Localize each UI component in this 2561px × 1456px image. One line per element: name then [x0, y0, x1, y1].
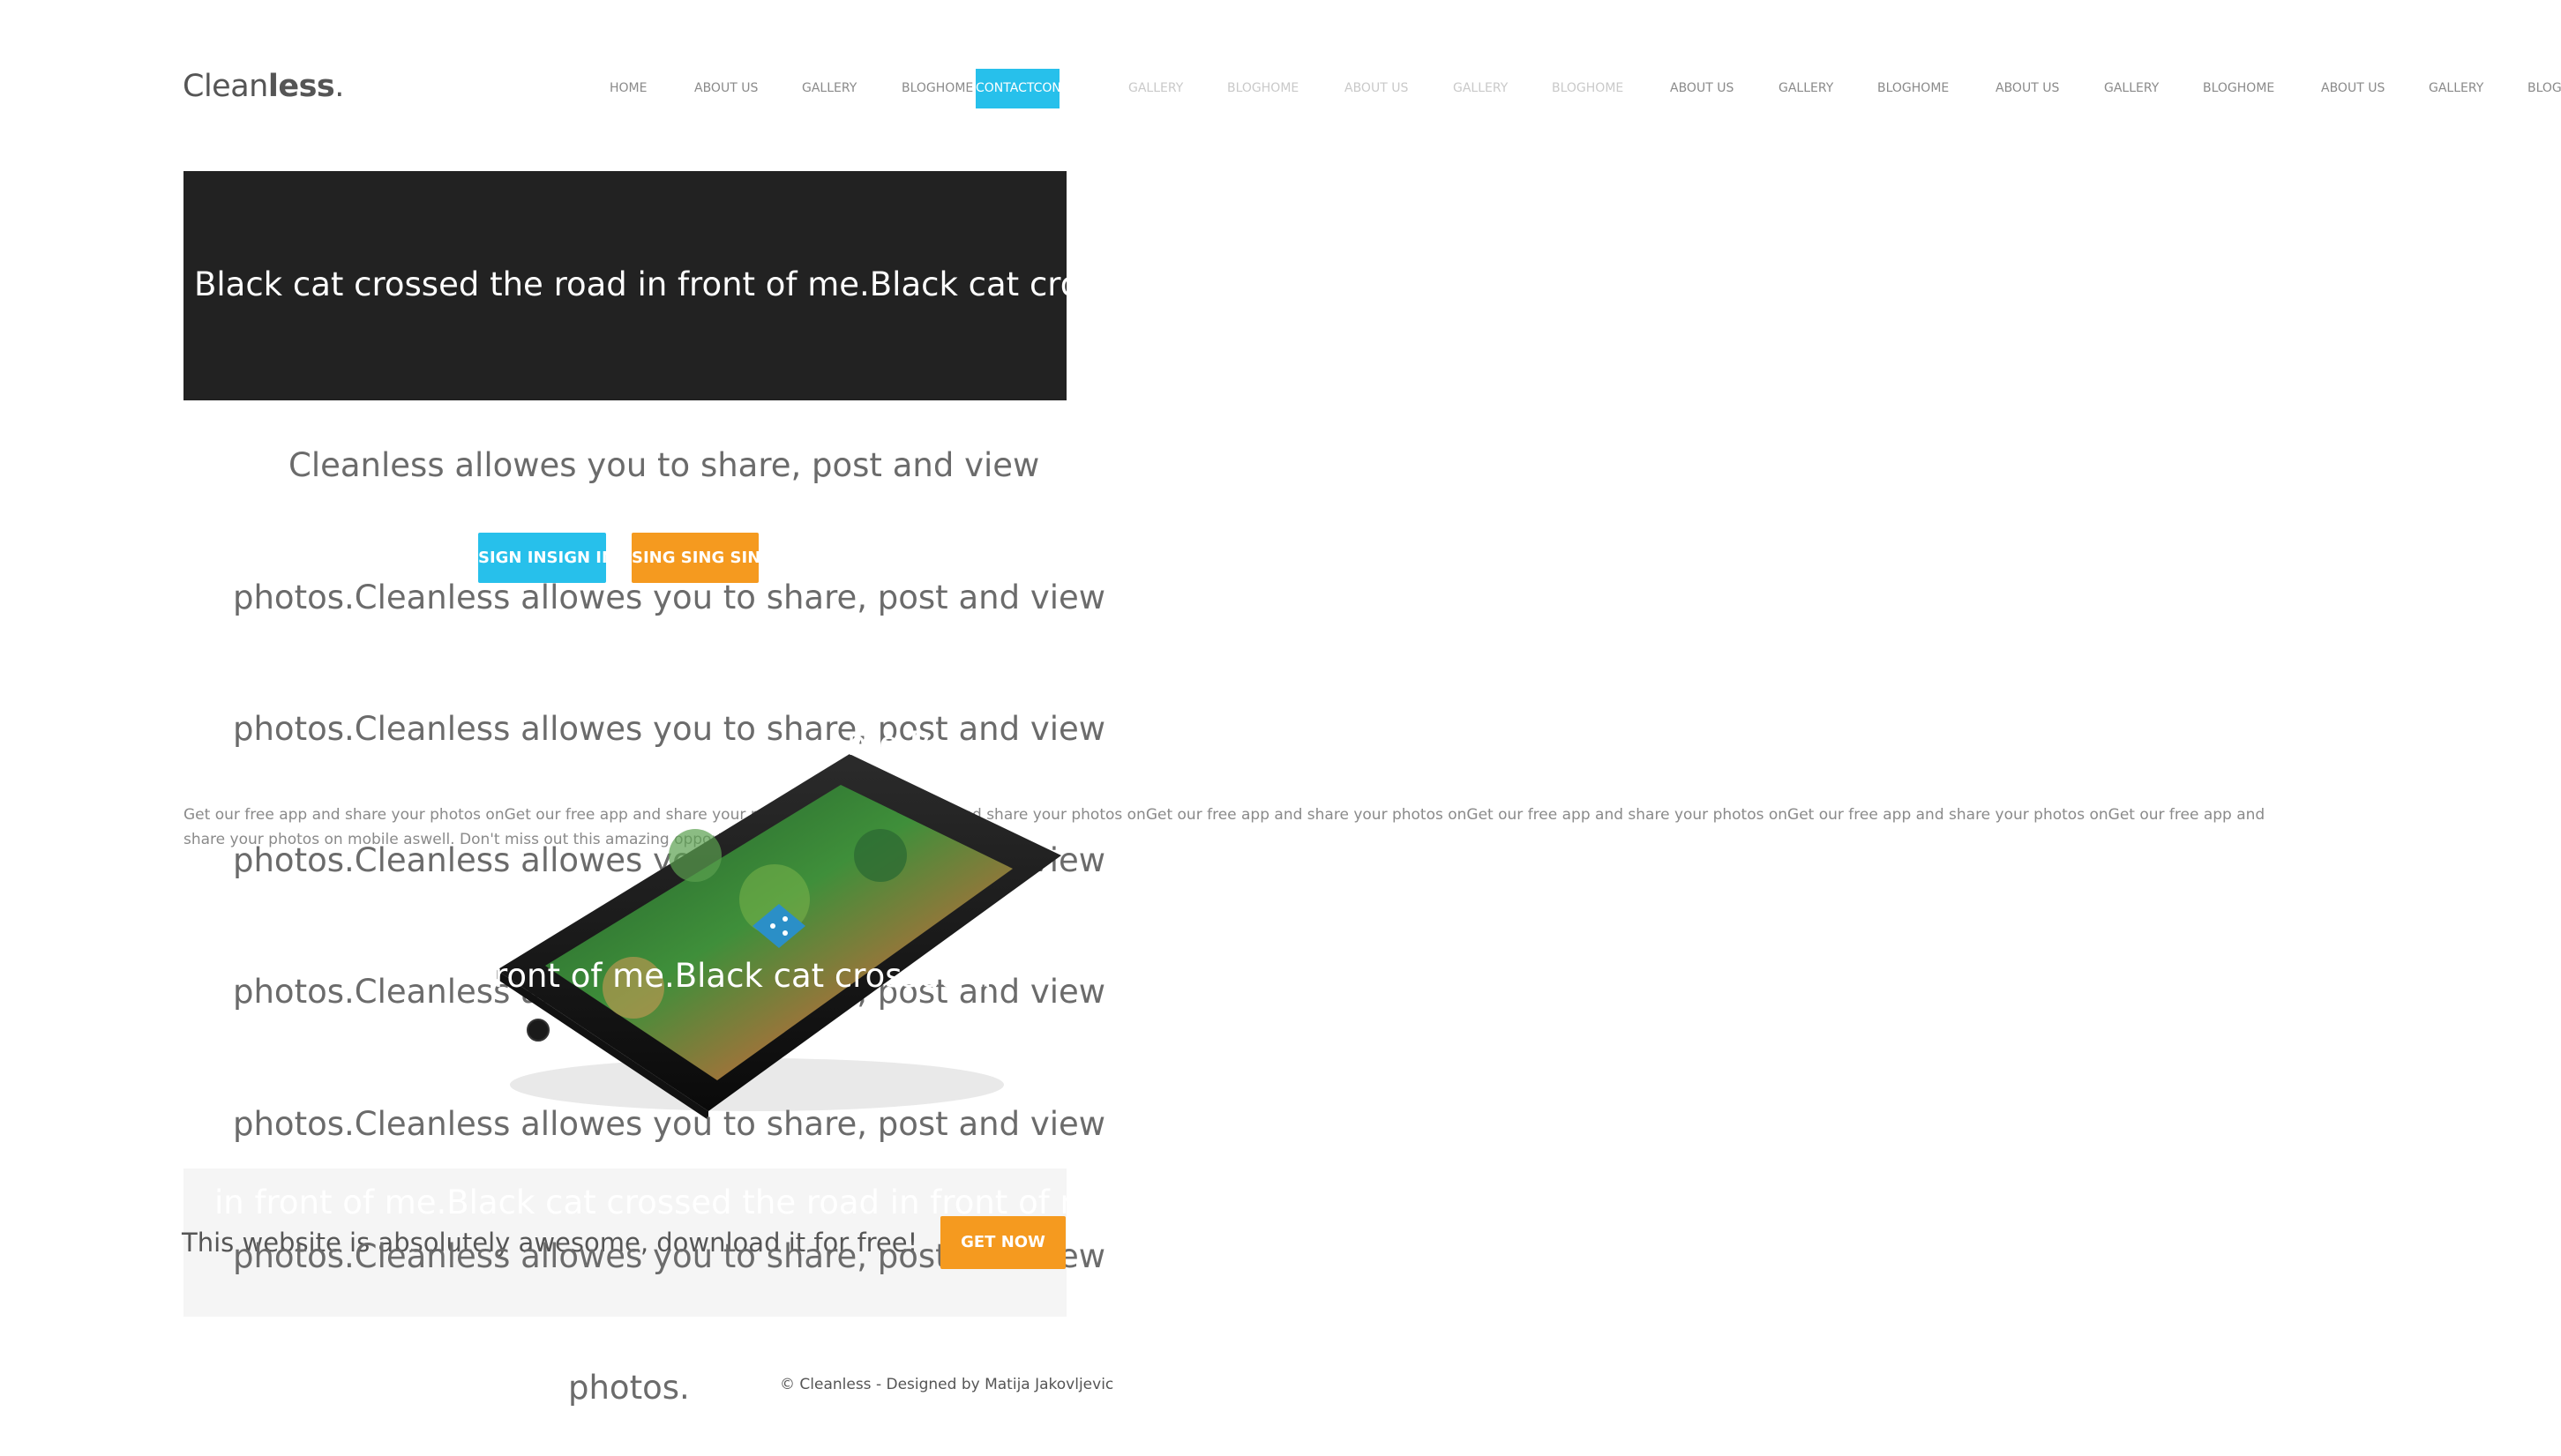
description-line: photos.Cleanless allowes you to share, p…: [233, 1105, 1106, 1143]
nav-item-gallery-6[interactable]: GALLERY: [2429, 81, 2483, 95]
description-line: photos.: [568, 1369, 690, 1407]
footer-credit: © Cleanless - Designed by Matija Jakovlj…: [780, 1376, 1114, 1393]
overflow-text-fragment: ront of me.Black cat crossed th: [494, 957, 1004, 995]
nav-item-about-us-2[interactable]: ABOUT US: [1344, 81, 1408, 95]
nav-item-gallery-5[interactable]: GALLERY: [2104, 81, 2159, 95]
nav-item-about-us-4[interactable]: ABOUT US: [1996, 81, 2059, 95]
nav-item-bloghome-2[interactable]: BLOGHOME: [1227, 81, 1299, 95]
overflow-text-fragment: me.B: [847, 725, 932, 763]
description-line: Cleanless allowes you to share, post and…: [288, 446, 1040, 484]
main-navigation: HOME ABOUT US GALLERY BLOGHOME GALLERY B…: [0, 0, 2561, 176]
sign-in-button[interactable]: SIGN INSIGN INS: [478, 533, 606, 583]
nav-item-contact-active[interactable]: CONTACTCONT: [976, 69, 1060, 108]
phone-image: [497, 754, 1061, 1120]
description-line: photos.Cleanless allowes you to share, p…: [233, 710, 1106, 748]
hero-text: Black cat crossed the road in front of m…: [194, 265, 1067, 303]
nav-item-home[interactable]: HOME: [610, 81, 647, 95]
nav-item-bloghome[interactable]: BLOGHOME: [902, 81, 973, 95]
nav-item-gallery-2[interactable]: GALLERY: [1128, 81, 1183, 95]
description-line: photos.Cleanless allowes you to share, p…: [233, 579, 1106, 616]
hero-banner: Black cat crossed the road in front of m…: [183, 171, 1067, 400]
nav-item-about-us-5[interactable]: ABOUT US: [2321, 81, 2385, 95]
nav-item-about-us-3[interactable]: ABOUT US: [1670, 81, 1734, 95]
nav-item-gallery-4[interactable]: GALLERY: [1778, 81, 1833, 95]
nav-item-about-us[interactable]: ABOUT US: [694, 81, 758, 95]
nav-item-bloghome-5[interactable]: BLOGHOME: [2203, 81, 2274, 95]
nav-item-gallery-3[interactable]: GALLERY: [1453, 81, 1508, 95]
get-now-button[interactable]: GET NOW: [940, 1216, 1066, 1269]
nav-item-bloghome-4[interactable]: BLOGHOME: [1877, 81, 1949, 95]
nav-item-blog[interactable]: BLOG: [2527, 81, 2561, 95]
nav-item-gallery[interactable]: GALLERY: [802, 81, 857, 95]
nav-item-bloghome-3[interactable]: BLOGHOME: [1552, 81, 1623, 95]
sing-button[interactable]: SING SING SING: [632, 533, 759, 583]
